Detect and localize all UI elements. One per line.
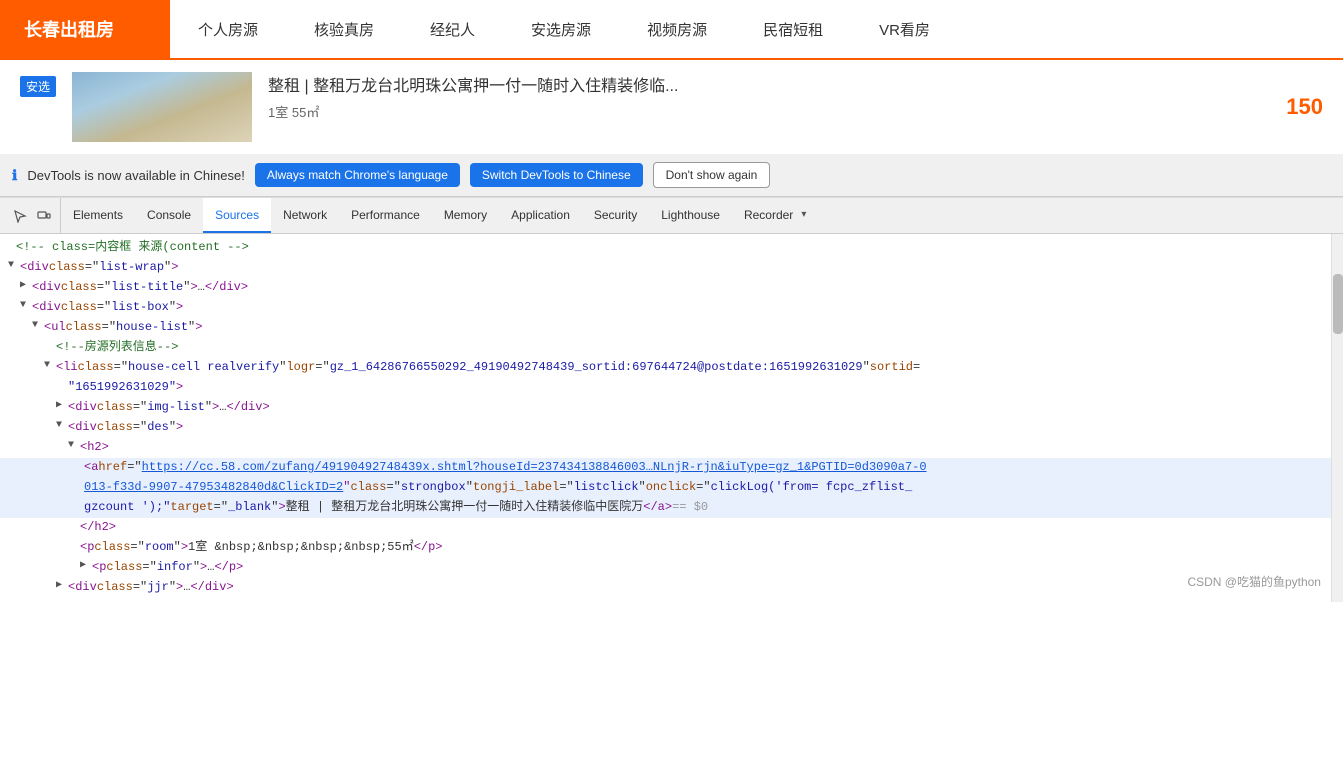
expand-arrow[interactable]: ▼ [20,298,32,314]
tab-recorder[interactable]: Recorder ▾ [732,198,818,233]
dont-show-button[interactable]: Don't show again [653,162,771,188]
expand-arrow[interactable]: ▼ [68,438,80,454]
listing-card: 安选 整租 | 整租万龙台北明珠公寓押一付一随时入住精装修临... 1室 55㎡… [0,60,1343,154]
cursor-icon[interactable] [10,206,30,226]
code-panel[interactable]: <!-- class=内容框 来源(content --> ▼ <div cla… [0,234,1331,602]
site-nav: 个人房源 核验真房 经纪人 安选房源 视频房源 民宿短租 VR看房 [170,0,958,58]
code-line: ▼ <div class="list-box"> [0,298,1331,318]
match-language-button[interactable]: Always match Chrome's language [255,163,460,187]
listing-image [72,72,252,142]
nav-item-3[interactable]: 经纪人 [402,0,503,58]
site-header: 长春出租房 个人房源 核验真房 经纪人 安选房源 视频房源 民宿短租 VR看房 [0,0,1343,60]
expand-arrow[interactable]: ▶ [56,578,68,594]
expand-arrow[interactable]: ▶ [80,558,92,574]
code-line: <p class="room">1室 &nbsp;&nbsp;&nbsp;&nb… [0,538,1331,558]
tab-performance[interactable]: Performance [339,198,432,233]
site-logo[interactable]: 长春出租房 [0,0,170,59]
code-line-highlighted: <a href="https://cc.58.com/zufang/491904… [0,458,1331,478]
tab-network[interactable]: Network [271,198,339,233]
scrollbar-track[interactable] [1331,234,1343,602]
code-line: <!-- class=内容框 来源(content --> [0,238,1331,258]
code-line: <!--房源列表信息--> [0,338,1331,358]
nav-item-7[interactable]: VR看房 [851,0,958,58]
devtools-notify-bar: ℹ DevTools is now available in Chinese! … [0,154,1343,197]
switch-chinese-button[interactable]: Switch DevTools to Chinese [470,163,643,187]
code-line: "1651992631029"> [0,378,1331,398]
nav-item-6[interactable]: 民宿短租 [735,0,851,58]
info-icon: ℹ [12,167,17,184]
nav-item-5[interactable]: 视频房源 [619,0,735,58]
devtools-content: <!-- class=内容框 来源(content --> ▼ <div cla… [0,234,1343,602]
listing-info: 整租 | 整租万龙台北明珠公寓押一付一随时入住精装修临... 1室 55㎡ [268,72,1270,121]
code-line: ▼ <li class="house-cell realverify" logr… [0,358,1331,378]
code-line-highlighted: gzcount ');" target="_blank"> 整租 | 整租万龙台… [0,498,1331,518]
expand-arrow[interactable]: ▼ [44,358,56,374]
nav-item-4[interactable]: 安选房源 [503,0,619,58]
code-line: ▶ <div class="list-title">…</div> [0,278,1331,298]
expand-arrow[interactable]: ▼ [32,318,44,334]
code-line: ▼ <h2> [0,438,1331,458]
expand-arrow[interactable]: ▼ [56,418,68,434]
code-line: ▼ <div class="des"> [0,418,1331,438]
watermark: CSDN @吃猫的鱼python [1187,573,1321,592]
code-line: ▼ <div class="list-wrap"> [0,258,1331,278]
device-toggle-icon[interactable] [34,206,54,226]
code-line: ▶ <p class="infor">…</p> [0,558,1331,578]
code-line-highlighted: 013-f33d-9907-47953482840d&ClickID=2" cl… [0,478,1331,498]
code-line: </h2> [0,518,1331,538]
code-line: ▼ <ul class="house-list"> [0,318,1331,338]
tab-lighthouse[interactable]: Lighthouse [649,198,732,233]
devtools-tabs: Elements Console Sources Network Perform… [0,198,1343,234]
scrollbar-thumb[interactable] [1333,274,1343,334]
expand-arrow[interactable]: ▶ [20,278,32,294]
code-line: ▶ <div class="jjr">…</div> [0,578,1331,598]
listing-meta: 1室 55㎡ [268,102,1270,121]
devtools-panel: Elements Console Sources Network Perform… [0,197,1343,602]
expand-arrow[interactable]: ▼ [8,258,20,274]
notify-text: DevTools is now available in Chinese! [27,168,245,183]
listing-badge: 安选 [20,76,56,97]
tab-console[interactable]: Console [135,198,203,233]
tab-sources[interactable]: Sources [203,198,271,233]
nav-item-2[interactable]: 核验真房 [286,0,402,58]
tab-security[interactable]: Security [582,198,649,233]
tab-memory[interactable]: Memory [432,198,499,233]
tab-application[interactable]: Application [499,198,582,233]
code-line: ▶ <div class="img-list">…</div> [0,398,1331,418]
listing-title: 整租 | 整租万龙台北明珠公寓押一付一随时入住精装修临... [268,72,1270,96]
tab-elements[interactable]: Elements [61,198,135,233]
expand-arrow[interactable]: ▶ [56,398,68,414]
nav-item-1[interactable]: 个人房源 [170,0,286,58]
listing-price: 150 [1286,94,1323,120]
tab-icon-area [4,198,61,233]
